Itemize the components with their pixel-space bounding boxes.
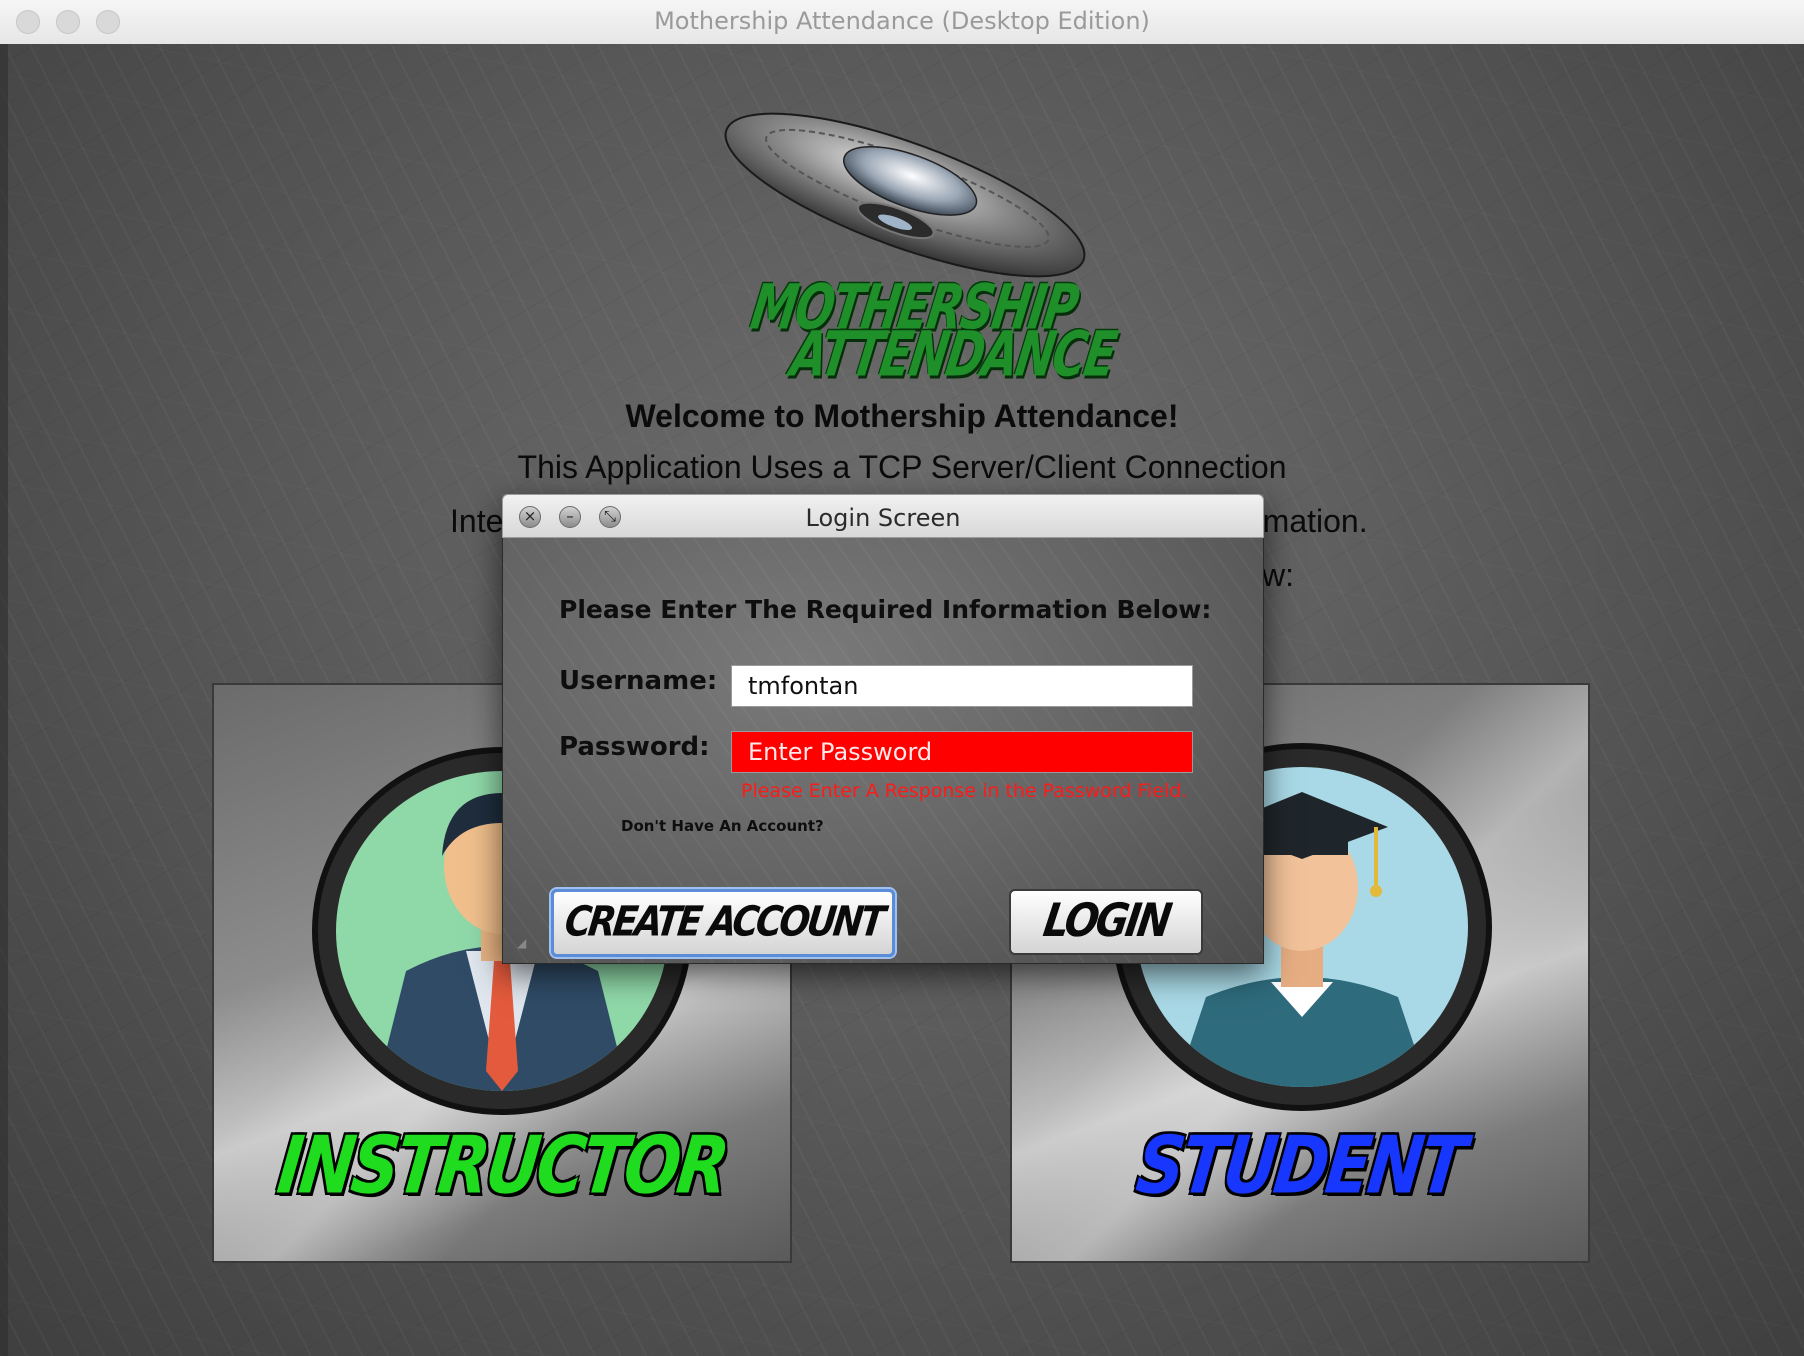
login-dialog-body: Please Enter The Required Information Be… [502,538,1264,964]
window-title: Mothership Attendance (Desktop Edition) [654,7,1150,35]
no-account-label: Don't Have An Account? [621,817,824,835]
login-prompt: Please Enter The Required Information Be… [559,595,1212,624]
username-label: Username: [559,666,718,696]
login-button-label: LOGIN [1039,894,1173,948]
password-label: Password: [559,732,710,762]
password-error-message: Please Enter A Response in the Password … [741,780,1188,802]
welcome-line-3-right: rmation. [1252,503,1368,539]
ufo-logo-icon [724,112,1086,278]
welcome-line-2: This Application Uses a TCP Server/Clien… [517,449,1287,485]
resize-grip-icon[interactable]: ◢ [517,936,531,950]
login-dialog-title: Login Screen [805,504,961,532]
welcome-heading: Welcome to Mothership Attendance! [625,398,1179,434]
login-dialog-titlebar[interactable]: × – ⤡ Login Screen [502,494,1264,538]
create-account-button[interactable]: CREATE ACCOUNT [551,889,895,957]
welcome-line-3-left: Inte [450,503,504,539]
logo-text-line2: ATTENDANCE [786,317,1121,391]
login-button[interactable]: LOGIN [1009,889,1203,955]
instructor-label: INSTRUCTOR [273,1119,731,1212]
login-dialog: × – ⤡ Login Screen Please Enter The Requ… [502,494,1264,964]
password-input[interactable]: Enter Password [731,731,1193,773]
student-label: STUDENT [1131,1119,1469,1212]
username-input[interactable]: tmfontan [731,665,1193,707]
welcome-line-4-right: w: [1262,557,1294,593]
create-account-button-label: CREATE ACCOUNT [561,898,885,946]
window-left-edge [0,44,8,1356]
main-window-titlebar: Mothership Attendance (Desktop Edition) [0,0,1804,45]
